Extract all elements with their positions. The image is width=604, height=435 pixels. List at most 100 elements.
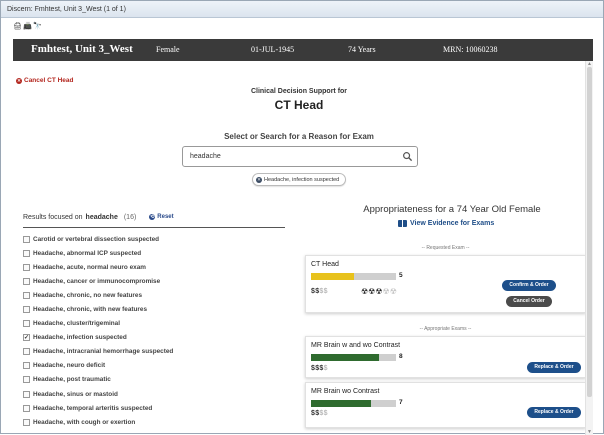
- scrollbar-thumb[interactable]: [587, 67, 592, 397]
- reason-list-item[interactable]: Headache, sinus or mastoid: [23, 387, 285, 401]
- cost-rating: $$$$: [311, 288, 328, 295]
- checkbox[interactable]: [23, 235, 30, 243]
- checkbox[interactable]: [23, 306, 30, 314]
- vertical-scrollbar[interactable]: ▲ ▼: [585, 61, 593, 435]
- book-icon: [398, 220, 407, 227]
- score-bar: [311, 354, 396, 361]
- cancel-exam-link[interactable]: ✕ Cancel CT Head: [16, 77, 74, 84]
- reason-label: Headache, post traumatic: [33, 376, 111, 384]
- checkbox[interactable]: [23, 404, 30, 412]
- checkbox[interactable]: [23, 291, 30, 299]
- reason-label: Headache, with cough or exertion: [33, 418, 136, 426]
- cost-rating: $$$$: [311, 365, 328, 372]
- results-prefix: Results focused on: [23, 214, 83, 221]
- toolbar: 🖨 📠 🔭: [1, 18, 603, 37]
- reason-list-item[interactable]: Headache, with cough or exertion: [23, 415, 285, 429]
- results-term: headache: [85, 214, 118, 221]
- reason-label: Headache, sinus or mastoid: [33, 390, 118, 398]
- remove-chip-icon[interactable]: ✕: [256, 176, 262, 183]
- reason-label: Carotid or vertebral dissection suspecte…: [33, 235, 160, 243]
- checkbox[interactable]: ✓: [23, 334, 30, 342]
- exam-name: MR Brain w and wo Contrast: [311, 342, 401, 349]
- reason-list-item[interactable]: Headache, acute, normal neuro exam: [23, 260, 285, 274]
- radiation-off-icon: ☢☢: [382, 287, 397, 296]
- score-value: 7: [399, 399, 403, 406]
- reason-label: Headache, chronic, no new features: [33, 291, 143, 299]
- selected-reason-label: Headache, infection suspected: [264, 176, 340, 183]
- replace-order-button[interactable]: Replace & Order: [527, 362, 581, 373]
- patient-sex: Female: [156, 45, 180, 54]
- reason-label: Headache, cancer or immunocompromise: [33, 277, 161, 285]
- appropriate-exams-divider: -- Appropriate Exams --: [419, 326, 472, 332]
- exam-name: CT Head: [311, 261, 339, 268]
- reason-list-item[interactable]: Headache, cluster/trigeminal: [23, 317, 285, 331]
- reason-label: Headache, acute, normal neuro exam: [33, 263, 146, 271]
- score-value: 8: [399, 353, 403, 360]
- results-header: Results focused on headache (16) ⟲ Reset: [23, 214, 285, 228]
- reset-label: Reset: [157, 214, 174, 220]
- checkbox[interactable]: [23, 418, 30, 426]
- main-content: ✕ Cancel CT Head Clinical Decision Suppo…: [13, 61, 593, 435]
- reason-list-item[interactable]: Carotid or vertebral dissection suspecte…: [23, 232, 285, 246]
- reason-list-item[interactable]: Headache, chronic, no new features: [23, 288, 285, 302]
- patient-banner: Fmhtest, Unit 3_West Female 01-JUL-1945 …: [13, 39, 593, 61]
- radiation-rating: ☢☢☢☢☢: [361, 287, 397, 296]
- discern-window: Discern: Fmhtest, Unit 3_West (1 of 1) 🖨…: [0, 0, 604, 435]
- reason-list-item[interactable]: Headache, cancer or immunocompromise: [23, 274, 285, 288]
- radiation-icon: ☢☢☢: [361, 287, 383, 296]
- checkbox[interactable]: [23, 320, 30, 328]
- reason-label: Headache, cluster/trigeminal: [33, 320, 121, 328]
- score-bar-fill: [311, 354, 379, 361]
- score-bar: [311, 273, 396, 280]
- checkbox[interactable]: [23, 277, 30, 285]
- selected-reason-chip[interactable]: ✕ Headache, infection suspected: [252, 173, 347, 186]
- printer-icon[interactable]: 📠: [23, 23, 32, 30]
- checkbox[interactable]: [23, 263, 30, 271]
- cost-rating: $$$$: [311, 410, 328, 417]
- scroll-down-arrow-icon[interactable]: ▼: [587, 429, 592, 435]
- view-evidence-label: View Evidence for Exams: [410, 220, 495, 227]
- checkbox[interactable]: [23, 376, 30, 384]
- reason-list-item[interactable]: Headache, abnormal ICP suspected: [23, 246, 285, 260]
- reason-label: Headache, abnormal ICP suspected: [33, 249, 142, 257]
- binoculars-icon[interactable]: 🔭: [33, 23, 42, 30]
- results-count: (16): [123, 214, 137, 221]
- checkbox[interactable]: [23, 362, 30, 370]
- replace-order-button[interactable]: Replace & Order: [527, 407, 581, 418]
- appropriateness-title: Appropriateness for a 74 Year Old Female: [363, 204, 541, 215]
- checkbox[interactable]: [23, 390, 30, 398]
- view-evidence-link[interactable]: View Evidence for Exams: [398, 220, 494, 227]
- reason-list-item[interactable]: Headache, intracranial hemorrhage suspec…: [23, 345, 285, 359]
- reason-label: Headache, intracranial hemorrhage suspec…: [33, 348, 174, 356]
- patient-age: 74 Years: [348, 45, 376, 54]
- exam-title: CT Head: [274, 98, 324, 112]
- cds-label: Clinical Decision Support for: [250, 88, 348, 95]
- search-icon[interactable]: [402, 151, 413, 162]
- exam-name: MR Brain wo Contrast: [311, 388, 380, 395]
- cost-off: $$: [319, 288, 328, 295]
- reason-list-item[interactable]: Headache, chronic, with new features: [23, 302, 285, 316]
- cost-on: $$$: [311, 365, 324, 372]
- reason-search-input[interactable]: headache: [182, 146, 418, 167]
- reason-label: Headache, temporal arteritis suspected: [33, 404, 153, 412]
- reason-list-item[interactable]: ✓ Headache, infection suspected: [23, 331, 285, 345]
- confirm-order-button[interactable]: Confirm & Order: [502, 280, 556, 291]
- cost-off: $: [323, 365, 328, 372]
- window-titlebar: Discern: Fmhtest, Unit 3_West (1 of 1): [1, 1, 603, 18]
- reset-button[interactable]: ⟲ Reset: [149, 214, 174, 220]
- reason-label: Headache, chronic, with new features: [33, 306, 147, 314]
- reason-list-item[interactable]: Headache, post traumatic: [23, 373, 285, 387]
- requested-exam-card: CT Head 5 $$$$ ☢☢☢☢☢ Confirm & Order Can…: [305, 255, 586, 313]
- requested-exam-divider: -- Requested Exam --: [421, 245, 470, 251]
- print-icon[interactable]: 🖨: [13, 23, 22, 30]
- reason-list-item[interactable]: Headache, temporal arteritis suspected: [23, 401, 285, 415]
- score-bar-fill: [311, 273, 354, 280]
- patient-name: Fmhtest, Unit 3_West: [31, 43, 133, 55]
- cancel-exam-label: Cancel CT Head: [24, 77, 74, 84]
- reason-list-item[interactable]: Headache, neuro deficit: [23, 359, 285, 373]
- cost-off: $$: [319, 410, 328, 417]
- search-value: headache: [190, 153, 221, 160]
- cancel-order-button[interactable]: Cancel Order: [506, 296, 552, 307]
- checkbox[interactable]: [23, 249, 30, 257]
- checkbox[interactable]: [23, 348, 30, 356]
